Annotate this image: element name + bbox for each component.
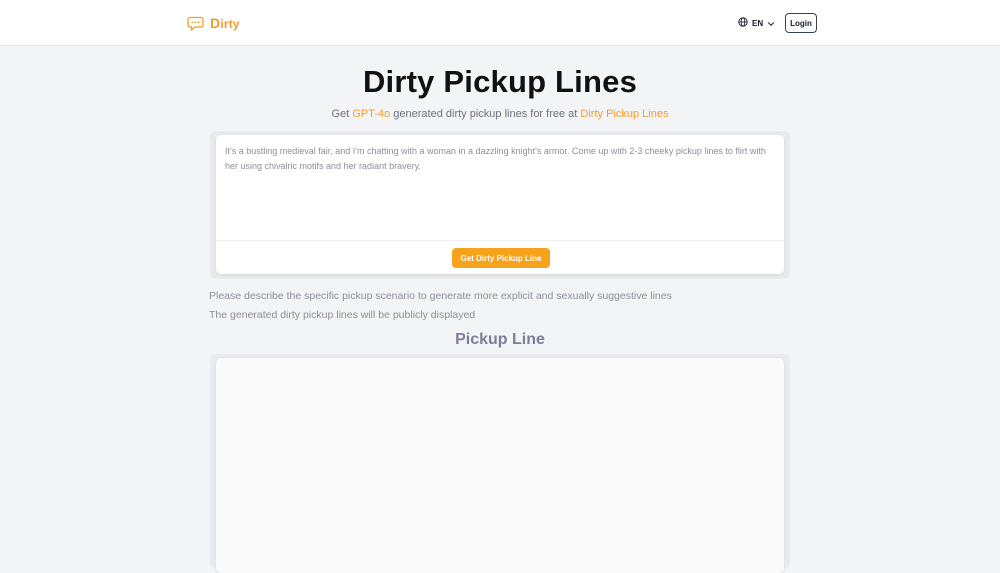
public-notice-text: The generated dirty pickup lines will be… — [209, 309, 476, 321]
logo-text: Dirty — [210, 15, 240, 31]
login-button[interactable]: Login — [785, 13, 817, 33]
logo[interactable]: Dirty — [187, 14, 240, 32]
site-link[interactable]: Dirty Pickup Lines — [580, 108, 668, 120]
page-title: Dirty Pickup Lines — [362, 64, 638, 99]
hint-text: Please describe the specific pickup scen… — [209, 290, 672, 302]
get-pickup-line-button[interactable]: Get Dirty Pickup Line — [452, 248, 550, 268]
divider — [216, 240, 784, 241]
language-label: EN — [752, 18, 764, 28]
chat-bubble-icon — [187, 16, 204, 31]
prompt-card: It's a bustling medieval fair, and I'm c… — [210, 131, 790, 279]
result-output-area — [216, 358, 784, 573]
model-link[interactable]: GPT-4o — [352, 108, 390, 120]
page-subtitle: Get GPT-4o generated dirty pickup lines … — [331, 108, 669, 120]
chevron-down-icon — [767, 14, 775, 32]
result-title: Pickup Line — [455, 331, 545, 348]
scenario-input[interactable]: It's a bustling medieval fair, and I'm c… — [216, 135, 784, 240]
top-navbar: Dirty EN Login — [0, 0, 1000, 46]
prompt-card-inner: It's a bustling medieval fair, and I'm c… — [216, 135, 784, 274]
globe-icon — [738, 14, 748, 32]
result-card — [210, 354, 790, 573]
language-selector[interactable]: EN — [738, 16, 775, 30]
